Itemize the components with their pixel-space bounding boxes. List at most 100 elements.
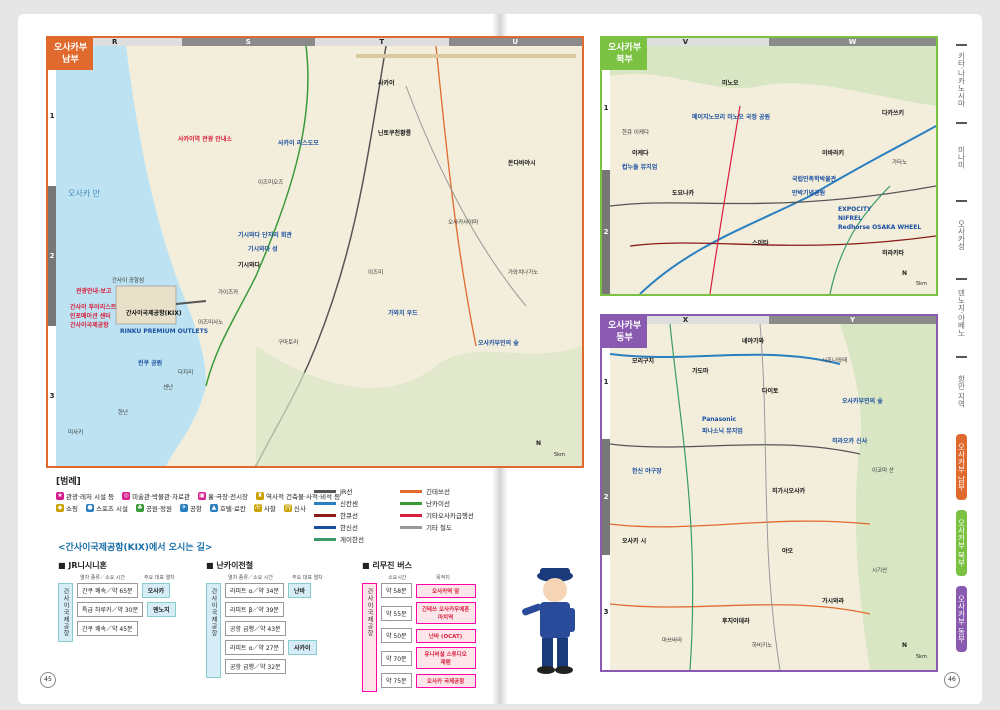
ozu-label: 이즈미오즈 (258, 180, 284, 186)
legend-line-swatch (314, 501, 336, 505)
izumi-label: 이즈미 (368, 270, 384, 276)
grid-column-label: U (448, 38, 582, 46)
route-train: 공항 급행／약 32분 (225, 659, 286, 674)
bus-section-head: 소요시간 목적지 (362, 574, 492, 581)
hankyu-ikeda-label: 한큐 이케다 (622, 130, 650, 136)
expocity-label[interactable]: EXPOCITY (838, 206, 871, 213)
jr-route-list: 간쿠 쾌속／약 65분 오사카 특급 하루카／약 30분 덴노지 간쿠 쾌속／약 45분 (77, 583, 176, 642)
chapter-tab[interactable]: 오사카부 남부 (956, 434, 967, 500)
legend-symbol-icon: ★ (56, 492, 64, 500)
route-row: 특급 하루카／약 30분 덴노지 (77, 602, 176, 617)
ikeda-label: 이케다 (632, 150, 649, 157)
kix-label[interactable]: 간사이국제공항(KIX) (126, 308, 182, 317)
kadoma-label: 가도마 (692, 368, 709, 375)
bus-route-row: 약 50분 난바 (OCAT) (381, 628, 476, 643)
north-osaka-map[interactable]: 오사카부 북부 V W 1 2 만박기념공원 EXPOCITY NIFREL R… (600, 36, 938, 296)
legend-line-label: 긴테쓰선 (426, 488, 450, 496)
outlets-label[interactable]: RINKU PREMIUM OUTLETS (120, 328, 208, 335)
south-osaka-map[interactable]: 오사카부 남부 R S T U 1 2 3 사카이역 관광 안내소 관광안내·보… (46, 36, 584, 468)
chapter-tab[interactable]: 미나미 (956, 122, 967, 190)
nifrel-label[interactable]: NIFREL (838, 215, 862, 222)
nintoku-label[interactable]: 닌토쿠천황릉 (378, 128, 411, 137)
legend-symbol-icon: ◆ (56, 504, 64, 512)
yao-label: 야오 (782, 548, 794, 555)
jr-section: ■ JR니시니혼 열차 종류／소요 시간 주요 대표 열차 간사이국제공항 간쿠… (58, 560, 200, 642)
kintetsu-line (610, 520, 871, 528)
osaka-city-label: 오사카 시 (622, 538, 647, 545)
legend-item: ● 스포츠 시설 (85, 503, 128, 513)
compass-icon: N (902, 642, 908, 649)
legend-item-label: 관광·레저 시설 등 (66, 493, 115, 501)
chapter-tab[interactable]: 오사카성 (956, 200, 967, 268)
head-station: 주요 대표 열차 (292, 575, 323, 581)
legend-item: ▲ 호텔·료칸 (209, 503, 246, 513)
legend-line-list: JR선 긴테쓰선 신칸센 난카이선 한큐선 기타오사카급행선 한신선 기타 철도 게이한선 (314, 486, 504, 546)
panasonic-museum-label[interactable]: 파나소닉 뮤지엄 (702, 426, 743, 435)
panasonic-label[interactable]: Panasonic (702, 416, 736, 423)
wood-label[interactable]: 가와치 우드 (388, 308, 418, 317)
legend-item: ♣ 공원·정원 (135, 503, 172, 513)
airport-island-label: 간사이 공항섬 (112, 278, 145, 284)
legend-item: ✈ 공항 (179, 503, 202, 513)
katano-label: 가타노 (892, 160, 908, 166)
grid-column-label: T (315, 38, 449, 46)
bus-section: ■ 리무진 버스 소요시간 목적지 간사이국제공항 약 58분 오사카역 앞약 5… (362, 560, 492, 692)
east-osaka-map[interactable]: 오사카부 동부 X Y 1 2 3 Panasonic 파나소닉 뮤지엄 히라오… (600, 314, 938, 672)
takatsuki-label: 다카쓰키 (882, 110, 905, 117)
legend-item-label: 호텔·료칸 (219, 505, 246, 513)
redhorse-label[interactable]: Redhorse OSAKA WHEEL (838, 224, 921, 231)
legend-symbol-icon: ⛩ (283, 504, 292, 512)
kix-info-label-2[interactable]: 인포메이션 센터 (70, 311, 111, 320)
kishiwada-castle-label[interactable]: 기시와다 성 (248, 244, 278, 253)
legend-symbol-icon: ▲ (209, 504, 218, 512)
neyagawa-label: 네야가와 (742, 338, 765, 345)
dome-label[interactable]: 한신 야구장 (632, 466, 662, 475)
sakai-info-label[interactable]: 사카이역 관광 안내소 (178, 134, 232, 143)
bus-time: 약 70분 (381, 650, 412, 666)
fujiidera-label: 후지이데라 (722, 618, 750, 625)
head-station: 주요 대표 열차 (144, 575, 175, 581)
legend-item-label: 스포츠 시설 (95, 505, 128, 513)
sakai-tower-label[interactable]: 사카이 리스도모 (278, 138, 319, 147)
legend-line-swatch (400, 489, 422, 493)
bus-destination: 오사카역 앞 (415, 583, 476, 598)
hiraoka-label[interactable]: 히라오카 신사 (832, 436, 867, 445)
kix-info-label-1[interactable]: 간사이 투어리스트 (70, 302, 116, 311)
grid-row-label: 2 (602, 439, 610, 555)
habikino-label: 하비키노 (752, 643, 773, 649)
jr-line (610, 443, 861, 455)
matsubara-label: 마쓰바라 (662, 638, 683, 644)
farm-label[interactable]: 오사카부민의 숲 (478, 338, 519, 347)
legend-line-item: 신칸센 (314, 498, 400, 508)
tourist-info-label[interactable]: 관광안내·보고 (76, 286, 111, 295)
bus-destination: 오사카 국제공항 (415, 673, 476, 688)
legend-symbol-icon: ● (85, 504, 94, 512)
chapter-tab[interactable]: 오사카부 동부 (956, 586, 967, 652)
ibaraki-label: 이바라키 (822, 150, 845, 157)
nankai-section: ■ 난카이전철 열차 종류／소요 시간 주요 대표 열차 간사이국제공항 라피트… (206, 560, 356, 678)
hankyu-line (629, 235, 936, 247)
bus-destination: 난바 (OCAT) (415, 628, 476, 643)
legend-item: 卍 사찰 (253, 503, 276, 513)
legend-line-label: 한큐선 (340, 512, 358, 520)
kix-info-label-3[interactable]: 간사이국제공항 (70, 320, 109, 329)
forest-label[interactable]: 오사카부민의 숲 (842, 396, 883, 405)
south-map-tag-line1: 오사카부 (54, 43, 88, 53)
danjiri-label[interactable]: 기시와다 단지리 회관 (238, 230, 292, 239)
legend-item-label: 미술관·박물관·자료관 (132, 493, 191, 501)
chapter-tab[interactable]: 덴노지·아베노 (956, 278, 967, 346)
grid-row-label: 2 (602, 170, 610, 294)
chapter-tab[interactable]: 항만 지역 (956, 356, 967, 424)
minoh-park-label[interactable]: 메이지노모리 미노오 국정 공원 (692, 112, 770, 121)
route-train: 라피트 α／약 34분 (225, 583, 285, 598)
expo-label[interactable]: 만박기념공원 (792, 188, 825, 197)
nankai-line (205, 46, 309, 387)
bus-route-list: 약 58분 오사카역 앞약 55분 긴테쓰 오사카우에혼마치역 약 50분 난바 (OC… (381, 583, 476, 692)
cupnoodles-label[interactable]: 컵누들 뮤지엄 (622, 162, 657, 171)
rinku-park-label[interactable]: 린쿠 공원 (138, 358, 162, 367)
chapter-tab[interactable]: 키타·나카노시마 (956, 44, 967, 112)
minpaku-label[interactable]: 국립민족학박물관 (792, 174, 836, 183)
legend-item-label: 홀·극장·전시장 (208, 493, 249, 501)
chapter-tab[interactable]: 오사카부 북부 (956, 510, 967, 576)
grid-column-label: S (181, 38, 315, 46)
